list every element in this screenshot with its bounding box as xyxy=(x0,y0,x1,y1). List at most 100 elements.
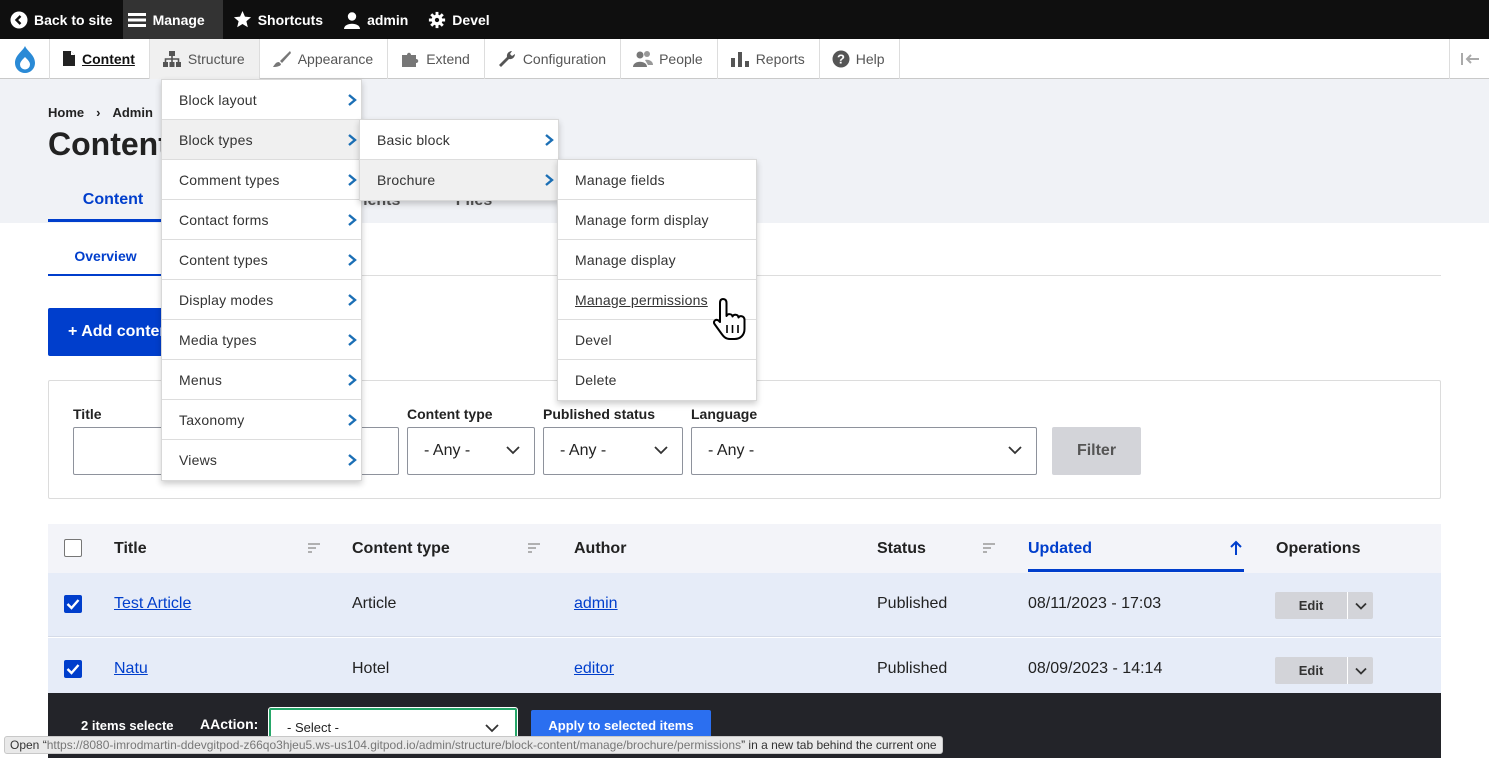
admin-toolbar: Back to site Manage Shortcuts admin Deve… xyxy=(0,0,1489,39)
chevron-down-icon xyxy=(485,724,499,733)
menu-item-label: Taxonomy xyxy=(179,411,245,428)
menu-item-manage-fields[interactable]: Manage fields xyxy=(558,160,756,200)
menu-item-comment-types[interactable]: Comment types xyxy=(162,160,361,200)
operations-dropdown-toggle[interactable] xyxy=(1347,657,1373,684)
tray-item-help[interactable]: ? Help xyxy=(820,38,900,79)
tray-item-reports[interactable]: Reports xyxy=(718,38,820,79)
row-content-type: Hotel xyxy=(352,660,390,677)
extend-puzzle-icon xyxy=(402,52,419,67)
chevron-down-icon xyxy=(506,446,520,455)
column-title[interactable]: Title xyxy=(114,540,147,558)
drupal-logo[interactable] xyxy=(0,38,50,79)
tray-item-configuration[interactable]: Configuration xyxy=(485,38,622,79)
sort-icon[interactable] xyxy=(528,543,540,553)
tray-item-structure-label: Structure xyxy=(187,50,245,67)
row-operations: Edit xyxy=(1275,657,1373,684)
menu-item-views[interactable]: Views xyxy=(162,440,361,480)
add-content-button[interactable]: + Add content xyxy=(48,308,178,356)
column-updated[interactable]: Updated xyxy=(1028,540,1244,572)
menu-item-brochure[interactable]: Brochure xyxy=(360,160,558,200)
back-to-site-link[interactable]: Back to site xyxy=(0,0,123,39)
user-label: admin xyxy=(367,11,409,28)
tray-item-configuration-label: Configuration xyxy=(522,50,607,67)
row-status: Published xyxy=(877,660,948,677)
menu-item-taxonomy[interactable]: Taxonomy xyxy=(162,400,361,440)
column-content-type[interactable]: Content type xyxy=(352,540,450,558)
breadcrumb-home[interactable]: Home xyxy=(48,105,84,120)
menu-item-label: Manage permissions xyxy=(575,291,708,308)
star-icon xyxy=(233,10,251,28)
menu-item-label: Brochure xyxy=(377,172,436,188)
filter-button[interactable]: Filter xyxy=(1052,427,1141,475)
sort-icon[interactable] xyxy=(983,543,995,553)
menu-item-label: Menus xyxy=(179,371,223,388)
menu-item-block-layout[interactable]: Block layout xyxy=(162,80,361,120)
menu-item-basic-block[interactable]: Basic block xyxy=(360,120,558,160)
devel-label: Devel xyxy=(452,11,490,28)
shortcuts-link[interactable]: Shortcuts xyxy=(223,0,333,39)
language-select[interactable]: - Any - xyxy=(691,427,1037,475)
row-content-type: Article xyxy=(352,595,397,612)
edit-button[interactable]: Edit xyxy=(1275,598,1347,613)
menu-item-content-types[interactable]: Content types xyxy=(162,240,361,280)
status-bar-prefix: Open “ xyxy=(10,738,47,752)
row-checkbox[interactable] xyxy=(64,660,82,678)
row-updated: 08/11/2023 - 17:03 xyxy=(1028,595,1162,612)
tray-item-structure[interactable]: Structure xyxy=(149,38,260,79)
menu-item-manage-form-display[interactable]: Manage form display xyxy=(558,200,756,240)
chevron-right-icon xyxy=(348,454,357,466)
breadcrumb-admin[interactable]: Admin xyxy=(112,105,152,120)
tray-item-extend[interactable]: Extend xyxy=(388,38,485,79)
menu-item-menus[interactable]: Menus xyxy=(162,360,361,400)
menu-item-contact-forms[interactable]: Contact forms xyxy=(162,200,361,240)
chevron-right-icon xyxy=(348,374,357,386)
menu-item-label: Display modes xyxy=(179,291,274,308)
configuration-wrench-icon xyxy=(498,50,515,67)
status-select[interactable]: - Any - xyxy=(543,427,683,475)
chevron-right-icon xyxy=(545,134,554,146)
row-author-link[interactable]: editor xyxy=(574,660,614,677)
menu-item-manage-display[interactable]: Manage display xyxy=(558,240,756,280)
menu-item-label: Comment types xyxy=(179,171,280,188)
tray-item-extend-label: Extend xyxy=(426,50,470,67)
back-to-site-label: Back to site xyxy=(34,11,113,28)
row-checkbox[interactable] xyxy=(64,595,82,613)
title-filter-label: Title xyxy=(73,406,102,422)
user-link[interactable]: admin xyxy=(333,0,418,39)
manage-link[interactable]: Manage xyxy=(122,0,223,39)
devel-link[interactable]: Devel xyxy=(418,0,499,39)
row-author-link[interactable]: admin xyxy=(574,595,618,612)
menu-item-display-modes[interactable]: Display modes xyxy=(162,280,361,320)
tray-item-reports-label: Reports xyxy=(755,50,805,67)
tray-item-appearance[interactable]: Appearance xyxy=(260,38,389,79)
toolbar-tray: Content Structure Appearance Extend Conf… xyxy=(0,38,1489,79)
sort-icon[interactable] xyxy=(308,543,320,553)
block-types-submenu: Basic block Brochure xyxy=(359,119,559,201)
tab-content[interactable]: Content xyxy=(48,180,178,222)
content-page-icon xyxy=(63,51,75,66)
content-type-select[interactable]: - Any - xyxy=(407,427,535,475)
menu-item-media-types[interactable]: Media types xyxy=(162,320,361,360)
tray-item-appearance-label: Appearance xyxy=(297,50,374,67)
table-header: Title Content type Author Status Updated… xyxy=(48,524,1441,573)
drupal-drop-icon xyxy=(14,45,35,73)
row-operations: Edit xyxy=(1275,592,1373,619)
select-all-checkbox[interactable] xyxy=(64,539,82,557)
operations-dropdown-toggle[interactable] xyxy=(1347,592,1373,619)
menu-item-block-types[interactable]: Block types xyxy=(162,120,361,160)
column-status[interactable]: Status xyxy=(877,540,926,558)
edit-button[interactable]: Edit xyxy=(1275,663,1347,678)
status-select-value: - Any - xyxy=(560,442,607,459)
tray-item-content[interactable]: Content xyxy=(50,38,150,79)
menu-item-label: Contact forms xyxy=(179,211,269,228)
row-title-link[interactable]: Natu xyxy=(114,660,148,677)
row-title-link[interactable]: Test Article xyxy=(114,595,191,612)
menu-item-label: Block layout xyxy=(179,91,257,108)
breadcrumb-separator: › xyxy=(96,105,101,120)
subtab-overview[interactable]: Overview xyxy=(48,238,163,276)
collapse-tray-button[interactable] xyxy=(1449,39,1489,79)
tray-item-people[interactable]: People xyxy=(621,38,718,79)
chevron-right-icon xyxy=(348,94,357,106)
column-operations: Operations xyxy=(1276,540,1361,557)
menu-item-delete[interactable]: Delete xyxy=(558,360,756,400)
